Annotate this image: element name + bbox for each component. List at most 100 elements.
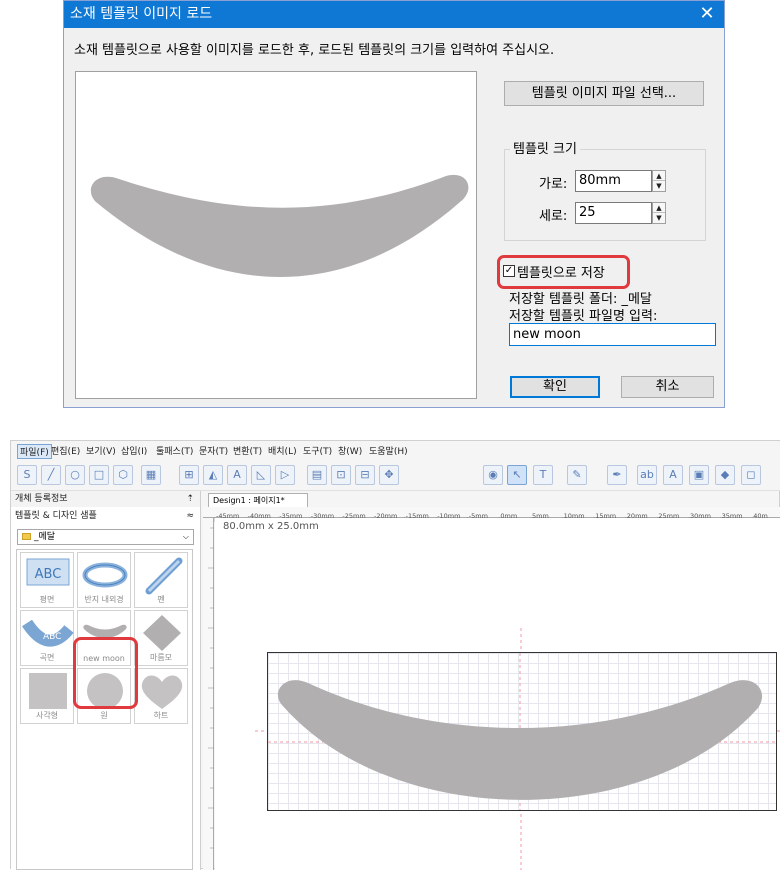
fill-icon[interactable]: ◆ [715, 465, 735, 485]
image-icon[interactable]: ▣ [689, 465, 709, 485]
menu-bar: 파일(F) 편집(E) 보기(V) 삽입(I) 툴패스(T) 문자(T) 변환(… [11, 441, 780, 459]
menu-toolpath[interactable]: 툴패스(T) [156, 444, 193, 457]
outline-icon[interactable]: ◻ [741, 465, 761, 485]
arrow-icon[interactable]: ▷ [275, 465, 295, 485]
spin-up-icon[interactable]: ▲ [653, 203, 665, 213]
save-as-template-label[interactable]: 템플릿으로 저장 [517, 262, 605, 281]
circle-icon[interactable]: ○ [65, 465, 85, 485]
diamond-icon [143, 615, 181, 651]
pen-icon[interactable]: ✒ [607, 465, 627, 485]
template-size-group [504, 149, 706, 241]
chevron-down-icon: ⌵ [182, 532, 189, 541]
move-icon[interactable]: ✥ [379, 465, 399, 485]
text-tool-icon[interactable]: T [533, 465, 553, 485]
ok-button[interactable]: 확인 [510, 376, 600, 398]
shape-icon[interactable]: ◭ [203, 465, 223, 485]
width-spinner[interactable]: ▲ ▼ [652, 170, 666, 192]
section-title: 템플릿 & 디자인 샘플 ≈ [11, 508, 200, 524]
rectangle-icon[interactable]: □ [89, 465, 109, 485]
ruler-horizontal: -45mm -40mm -35mm -30mm -25mm -20mm -15mm -10mm… [203, 507, 780, 522]
template-label: 하트 [153, 711, 169, 720]
folder-icon [22, 533, 31, 540]
save-as-template-checkbox[interactable]: ✓ [503, 265, 515, 277]
template-diamond[interactable]: 마름모 [134, 610, 188, 666]
pen-icon [145, 557, 183, 595]
distribute-icon[interactable]: ⊟ [355, 465, 375, 485]
filename-label: 저장할 템플릿 파일명 입력: [509, 309, 658, 324]
qrcode-icon[interactable]: ▦ [141, 465, 161, 485]
folder-select[interactable]: _메달 ⌵ [17, 529, 194, 545]
ruler-vertical [203, 518, 214, 870]
template-flat[interactable]: ABC 평면 [20, 552, 74, 608]
text-box-icon[interactable]: A [663, 465, 683, 485]
moon-shape-preview [90, 174, 469, 277]
height-spinner[interactable]: ▲ ▼ [652, 202, 666, 224]
svg-text:ABC: ABC [35, 567, 62, 582]
panel-title: 개체 등록정보 ⇡ [11, 491, 200, 507]
width-input[interactable]: 80mm [575, 170, 652, 192]
template-size-group-label: 템플릿 크기 [510, 138, 580, 157]
menu-text[interactable]: 문자(T) [199, 444, 228, 457]
menu-help[interactable]: 도움말(H) [369, 444, 408, 457]
spin-up-icon[interactable]: ▲ [653, 171, 665, 181]
svg-import-icon[interactable]: S [17, 465, 37, 485]
new-moon-highlight [73, 637, 138, 709]
template-heart[interactable]: 하트 [134, 668, 188, 724]
menu-transform[interactable]: 변환(T) [233, 444, 262, 457]
flat-abc-icon: ABC [26, 558, 70, 586]
line-icon[interactable]: ╱ [41, 465, 61, 485]
moon-shape-canvas[interactable] [268, 653, 776, 810]
template-frame[interactable] [267, 652, 777, 811]
object-size-label: 80.0mm x 25.0mm [223, 521, 319, 532]
dialog-title: 소재 템플릿 이미지 로드 [70, 6, 213, 22]
align-icon[interactable]: ⊡ [331, 465, 351, 485]
ring-icon [82, 562, 128, 588]
spin-down-icon[interactable]: ▼ [653, 213, 665, 223]
document-tab[interactable]: Design1 : 페이지1* [208, 493, 308, 507]
filename-input[interactable]: new moon [509, 323, 716, 346]
square-icon [29, 673, 67, 709]
template-label: 사각형 [35, 711, 59, 720]
curved-abc-icon: ABC [21, 619, 74, 647]
width-label: 가로: [539, 177, 568, 192]
pin-icon[interactable]: ⇡ [186, 491, 194, 507]
menu-view[interactable]: 보기(V) [86, 444, 116, 457]
brush-icon[interactable]: ✎ [567, 465, 587, 485]
cancel-button[interactable]: 취소 [621, 376, 714, 398]
menu-arrange[interactable]: 배치(L) [268, 444, 297, 457]
menu-window[interactable]: 창(W) [338, 444, 362, 457]
template-gallery: ABC 평면 반지 내외경 펜 ABC 곡면 new moon 마름모 사각형 … [16, 549, 193, 870]
template-ring[interactable]: 반지 내외경 [77, 552, 131, 608]
menu-tools[interactable]: 도구(T) [303, 444, 332, 457]
text-icon[interactable]: A [227, 465, 247, 485]
polygon-icon[interactable]: ⬡ [113, 465, 133, 485]
app-window: 파일(F) 편집(E) 보기(V) 삽입(I) 툴패스(T) 문자(T) 변환(… [10, 440, 780, 870]
template-label: 원 [100, 711, 108, 720]
spin-down-icon[interactable]: ▼ [653, 181, 665, 191]
text-ab-icon[interactable]: ab [637, 465, 657, 485]
triangle-icon[interactable]: ◺ [251, 465, 271, 485]
dialog-instruction: 소재 템플릿으로 사용할 이미지를 로드한 후, 로드된 템플릿의 크기를 입력… [74, 43, 555, 58]
height-label: 세로: [539, 209, 568, 224]
collapse-icon[interactable]: ≈ [186, 508, 194, 524]
template-pen[interactable]: 펜 [134, 552, 188, 608]
layers-icon[interactable]: ◉ [483, 465, 503, 485]
grid-icon[interactable]: ▤ [307, 465, 327, 485]
select-image-file-button[interactable]: 템플릿 이미지 파일 선택... [504, 81, 704, 106]
table-icon[interactable]: ⊞ [179, 465, 199, 485]
template-square[interactable]: 사각형 [20, 668, 74, 724]
template-label: 펜 [157, 595, 165, 604]
template-curved[interactable]: ABC 곡면 [20, 610, 74, 666]
menu-edit[interactable]: 편집(E) [51, 444, 80, 457]
ruler-vertical-ticks [208, 527, 214, 849]
toolbar: S ╱ ○ □ ⬡ ▦ ⊞ ◭ A ◺ ▷ ▤ ⊡ ⊟ ✥ ◉ ↖ T ✎ ✒ … [11, 459, 780, 491]
menu-insert[interactable]: 삽입(I) [121, 444, 147, 457]
template-label: 평면 [39, 595, 55, 604]
height-input[interactable]: 25 [575, 202, 652, 224]
heart-icon [141, 675, 183, 709]
template-label: 곡면 [39, 653, 55, 662]
select-icon[interactable]: ↖ [507, 465, 527, 485]
svg-text:ABC: ABC [43, 632, 61, 642]
close-icon[interactable]: ✕ [696, 3, 718, 25]
menu-file[interactable]: 파일(F) [17, 444, 52, 459]
